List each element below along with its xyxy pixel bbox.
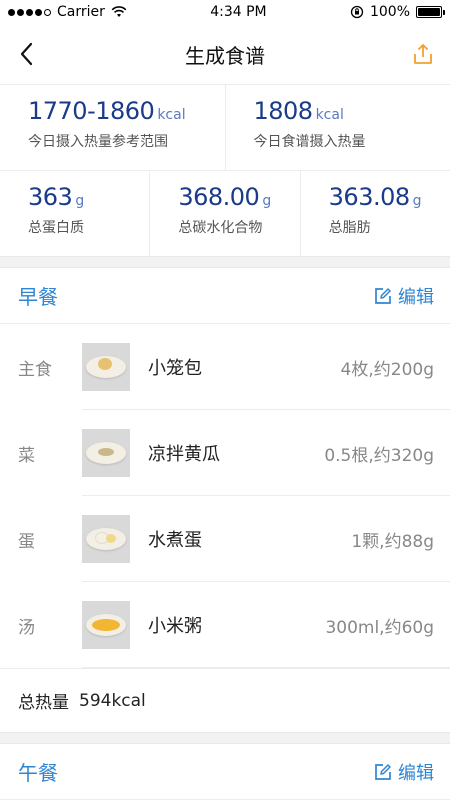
- fat-unit: g: [412, 193, 422, 209]
- lunch-section: 午餐 编辑: [0, 744, 450, 800]
- food-thumbnail: [82, 601, 130, 649]
- food-name: 小米粥: [148, 616, 202, 637]
- carbs-label: 总碳水化合物: [178, 220, 263, 236]
- clock-label: 4:34 PM: [210, 4, 267, 20]
- status-bar: Carrier 4:34 PM 100%: [0, 0, 450, 24]
- wifi-icon: [111, 6, 127, 17]
- breakfast-section: 早餐 编辑 主食 小笼包 4枚,约200g 菜 凉拌黄瓜 0.5根,约320g …: [0, 268, 450, 732]
- carrier-label: Carrier: [57, 4, 105, 20]
- nutrient-stats: 363 g 总蛋白质 368.00 g 总碳水化合物 363.08 g 总脂肪: [0, 170, 450, 256]
- share-button[interactable]: [410, 41, 436, 67]
- food-row[interactable]: 菜 凉拌黄瓜 0.5根,约320g: [0, 410, 450, 496]
- food-thumbnail: [82, 429, 130, 477]
- food-row[interactable]: 主食 小笼包 4枚,约200g: [0, 324, 450, 410]
- carbs-unit: g: [262, 193, 272, 209]
- edit-icon: [375, 763, 391, 780]
- food-category: 菜: [18, 445, 35, 466]
- reference-range-label: 今日摄入热量参考范围: [28, 134, 168, 150]
- food-row[interactable]: 汤 小米粥 300ml,约60g: [0, 582, 450, 668]
- reference-range-stat: 1770-1860 kcal 今日摄入热量参考范围: [0, 85, 225, 170]
- breakfast-total: 总热量 594kcal: [0, 668, 450, 732]
- battery-label: 100%: [369, 4, 410, 20]
- food-thumbnail: [82, 515, 130, 563]
- food-amount: 0.5根,约320g: [324, 445, 434, 466]
- food-name: 小笼包: [148, 358, 202, 379]
- page-title: 生成食谱: [185, 43, 265, 68]
- protein-label: 总蛋白质: [28, 220, 84, 236]
- food-category: 汤: [18, 617, 35, 638]
- food-thumbnail: [82, 343, 130, 391]
- protein-value: 363: [28, 183, 73, 211]
- recipe-calorie-value: 1808: [253, 97, 314, 125]
- back-button[interactable]: [14, 41, 40, 67]
- breakfast-title: 早餐: [18, 285, 58, 309]
- rotation-lock-icon: [350, 5, 364, 19]
- food-name: 水煮蛋: [148, 530, 202, 551]
- carbs-stat: 368.00 g 总碳水化合物: [149, 171, 299, 256]
- lunch-title: 午餐: [18, 761, 58, 785]
- food-amount: 1颗,约88g: [351, 531, 434, 552]
- lunch-header: 午餐 编辑: [0, 744, 450, 800]
- status-left: Carrier: [8, 4, 127, 20]
- battery-icon: [416, 6, 445, 18]
- edit-icon: [375, 287, 391, 304]
- recipe-calorie-unit: kcal: [315, 107, 344, 123]
- food-amount: 4枚,约200g: [340, 359, 434, 380]
- food-amount: 300ml,约60g: [325, 617, 434, 638]
- breakfast-header: 早餐 编辑: [0, 268, 450, 324]
- recipe-calorie-stat: 1808 kcal 今日食谱摄入热量: [224, 85, 450, 170]
- reference-range-value: 1770-1860: [28, 97, 155, 125]
- reference-range-unit: kcal: [157, 107, 186, 123]
- share-icon: [414, 44, 432, 64]
- food-category: 主食: [18, 359, 52, 380]
- recipe-calorie-label: 今日食谱摄入热量: [253, 134, 366, 150]
- protein-stat: 363 g 总蛋白质: [0, 171, 149, 256]
- signal-icon: [8, 8, 51, 16]
- breakfast-edit-button[interactable]: 编辑: [374, 283, 434, 309]
- food-name: 凉拌黄瓜: [148, 444, 220, 465]
- food-category: 蛋: [18, 531, 35, 552]
- nav-bar: 生成食谱: [0, 24, 450, 84]
- fat-label: 总脂肪: [328, 220, 371, 236]
- food-row[interactable]: 蛋 水煮蛋 1颗,约88g: [0, 496, 450, 582]
- section-divider: [0, 256, 450, 268]
- breakfast-edit-label: 编辑: [398, 286, 434, 308]
- chevron-left-icon: [20, 42, 33, 66]
- fat-stat: 363.08 g 总脂肪: [299, 171, 450, 256]
- carbs-value: 368.00: [178, 183, 260, 211]
- status-right: 100%: [350, 4, 445, 20]
- fat-value: 363.08: [328, 183, 410, 211]
- total-label: 总热量: [18, 693, 69, 713]
- calorie-stats: 1770-1860 kcal 今日摄入热量参考范围 1808 kcal 今日食谱摄入…: [0, 84, 450, 170]
- lunch-edit-label: 编辑: [398, 762, 434, 784]
- total-value: 594kcal: [79, 690, 146, 711]
- lunch-edit-button[interactable]: 编辑: [374, 759, 434, 785]
- protein-unit: g: [75, 193, 85, 209]
- section-divider: [0, 732, 450, 744]
